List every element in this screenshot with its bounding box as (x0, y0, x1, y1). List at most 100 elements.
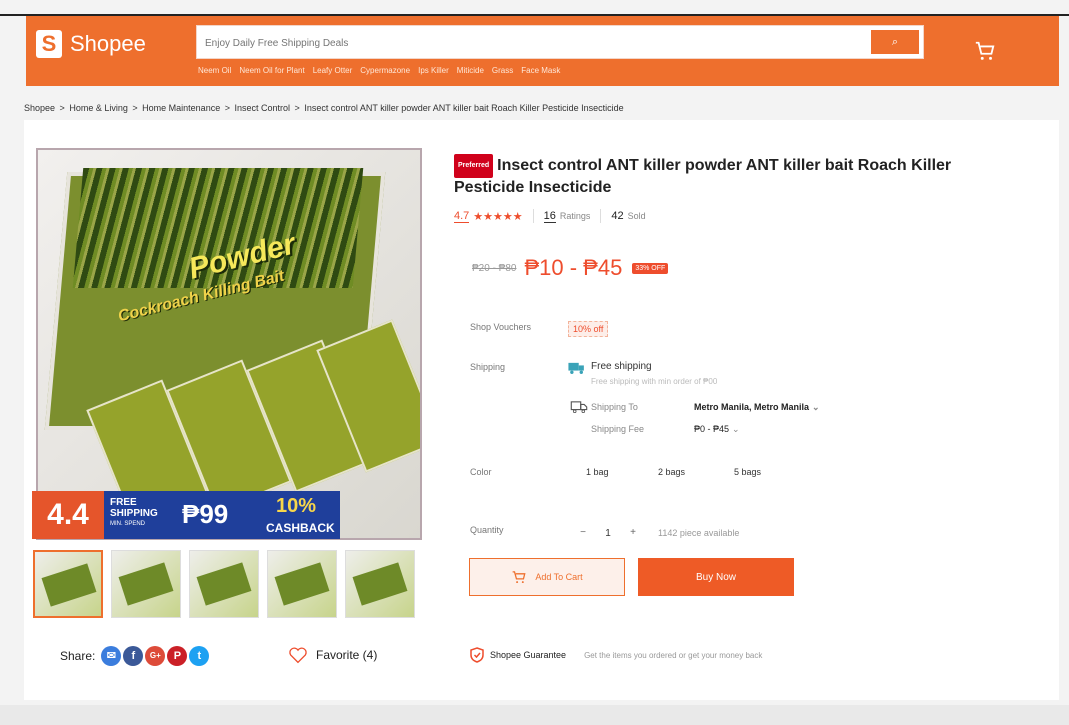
shield-icon (470, 647, 484, 663)
favorite-label: Favorite (4) (316, 648, 378, 662)
breadcrumb-separator: > (294, 103, 300, 113)
original-price: ₱20 - ₱80 (472, 262, 517, 274)
suggestion-link[interactable]: Face Mask (521, 66, 560, 75)
ratings-count[interactable]: 16 (543, 210, 556, 223)
divider (600, 209, 602, 223)
breadcrumb-separator: > (59, 103, 65, 113)
rating-value[interactable]: 4.7 (454, 210, 470, 223)
quantity-input[interactable]: 1 (594, 528, 622, 539)
breadcrumb-separator: > (224, 103, 230, 113)
search-suggestions: Neem Oil Neem Oil for Plant Leafy Otter … (198, 66, 560, 75)
breadcrumb-link[interactable]: Insect Control (235, 103, 291, 113)
promo-free-shipping: FREE SHIPPING (110, 497, 158, 519)
logo-text: Shopee (70, 31, 146, 56)
promo-banner: 4.4 FREE SHIPPING MIN. SPEND ₱99 10% CAS… (32, 491, 340, 539)
shipping-truck-icon (570, 401, 588, 413)
sold-label: Sold (627, 211, 646, 221)
header-bar: S Shopee ⌕ Neem Oil Neem Oil for Plant L… (26, 16, 1059, 86)
suggestion-link[interactable]: Leafy Otter (313, 66, 353, 75)
guarantee-description: Get the items you ordered or get your mo… (584, 650, 763, 660)
suggestion-link[interactable]: Miticide (457, 66, 484, 75)
free-shipping-truck-icon (568, 362, 584, 374)
shipping-fee-label: Shipping Fee (591, 424, 645, 434)
rating-stars-icon: ★★★★★ (473, 210, 523, 223)
add-to-cart-button[interactable]: Add To Cart (469, 558, 625, 596)
shipping-fee-select[interactable]: ₱0 - ₱45 ⌄ (694, 424, 740, 435)
thumbnail[interactable] (33, 550, 103, 618)
thumbnail[interactable] (189, 550, 259, 618)
breadcrumb-link[interactable]: Home Maintenance (142, 103, 220, 113)
suggestion-link[interactable]: Grass (492, 66, 513, 75)
search-input[interactable] (203, 32, 867, 54)
suggestion-link[interactable]: Cypermazone (360, 66, 410, 75)
divider (532, 209, 534, 223)
quantity-available: 1142 piece available (658, 528, 740, 538)
color-option[interactable]: 1 bag (586, 467, 609, 477)
quantity-minus-button[interactable]: − (572, 524, 594, 542)
share-row: Share: ✉ f G+ P t (60, 646, 210, 666)
discount-badge: 33% OFF (632, 262, 669, 274)
thumbnail[interactable] (267, 550, 337, 618)
quantity-plus-button[interactable]: + (622, 524, 644, 542)
thumbnail[interactable] (111, 550, 181, 618)
color-option[interactable]: 2 bags (658, 467, 685, 477)
shop-voucher-tag[interactable]: 10% off (568, 321, 609, 337)
ratings-label: Ratings (559, 211, 591, 221)
buy-now-button[interactable]: Buy Now (638, 558, 794, 596)
preferred-badge: Preferred (454, 154, 494, 178)
product-title-text: Insect control ANT killer powder ANT kil… (454, 157, 952, 196)
google-plus-icon[interactable]: G+ (145, 646, 166, 666)
product-main-image[interactable]: Powder Cockroach Killing Bait (36, 148, 422, 540)
shipping-label: Shipping (470, 362, 506, 372)
shipping-to-label: Shipping To (591, 402, 638, 412)
buy-now-label: Buy Now (695, 571, 736, 583)
promo-cashback-label: CASHBACK (266, 521, 335, 535)
shipping-to-value: Metro Manila, Metro Manila (694, 402, 810, 412)
shopee-guarantee[interactable]: Shopee Guarantee Get the items you order… (470, 647, 762, 663)
breadcrumb-link[interactable]: Home & Living (69, 103, 128, 113)
breadcrumb-current: Insect control ANT killer powder ANT kil… (304, 103, 624, 113)
cart-icon[interactable] (974, 40, 996, 62)
add-cart-icon (512, 571, 526, 584)
breadcrumb-separator: > (132, 103, 138, 113)
promo-cashback-pct: 10% (276, 495, 317, 517)
bottom-section-edge (0, 705, 1069, 725)
add-to-cart-label: Add To Cart (535, 572, 583, 582)
quantity-label: Quantity (470, 525, 504, 535)
heart-icon (289, 647, 307, 664)
twitter-icon[interactable]: t (189, 646, 210, 666)
color-option[interactable]: 5 bags (734, 467, 761, 477)
suggestion-link[interactable]: Neem Oil (198, 66, 231, 75)
color-label: Color (470, 467, 492, 477)
search-button[interactable]: ⌕ (871, 30, 919, 54)
shopee-bag-icon: S (36, 30, 62, 58)
suggestion-link[interactable]: Neem Oil for Plant (239, 66, 304, 75)
rating-row: 4.7 ★★★★★ 16 Ratings 42 Sold (454, 209, 646, 223)
search-box: ⌕ (196, 25, 924, 59)
shipping-to-select[interactable]: Metro Manila, Metro Manila ⌄ (694, 402, 820, 413)
favorite-button[interactable]: Favorite (4) (288, 646, 377, 664)
quantity-stepper: − 1 + 1142 piece available (572, 524, 739, 542)
free-shipping-subtitle: Free shipping with min order of ₱00 (591, 377, 718, 386)
sold-count: 42 (611, 210, 624, 222)
chevron-down-icon: ⌄ (732, 424, 740, 434)
free-shipping-title: Free shipping (591, 361, 652, 372)
thumbnail-strip (33, 550, 415, 618)
current-price: ₱10 - ₱45 (524, 255, 623, 280)
chevron-down-icon: ⌄ (812, 402, 820, 412)
search-icon: ⌕ (891, 36, 899, 48)
messenger-icon[interactable]: ✉ (101, 646, 122, 666)
promo-min-spend: MIN. SPEND (110, 521, 146, 527)
facebook-icon[interactable]: f (123, 646, 144, 666)
pinterest-icon[interactable]: P (167, 646, 188, 666)
promo-amount: ₱99 (182, 499, 229, 529)
promo-detail: FREE SHIPPING MIN. SPEND ₱99 10% CASHBAC… (104, 491, 340, 539)
shipping-fee-value: ₱0 - ₱45 (694, 424, 730, 434)
vouchers-label: Shop Vouchers (470, 322, 532, 332)
thumbnail[interactable] (345, 550, 415, 618)
suggestion-link[interactable]: Ips Killer (418, 66, 449, 75)
breadcrumb-link[interactable]: Shopee (24, 103, 55, 113)
shopee-logo[interactable]: S Shopee (36, 30, 146, 58)
price-box: ₱20 - ₱80 ₱10 - ₱45 33% OFF (456, 248, 1016, 288)
breadcrumb: Shopee > Home & Living > Home Maintenanc… (24, 103, 626, 113)
